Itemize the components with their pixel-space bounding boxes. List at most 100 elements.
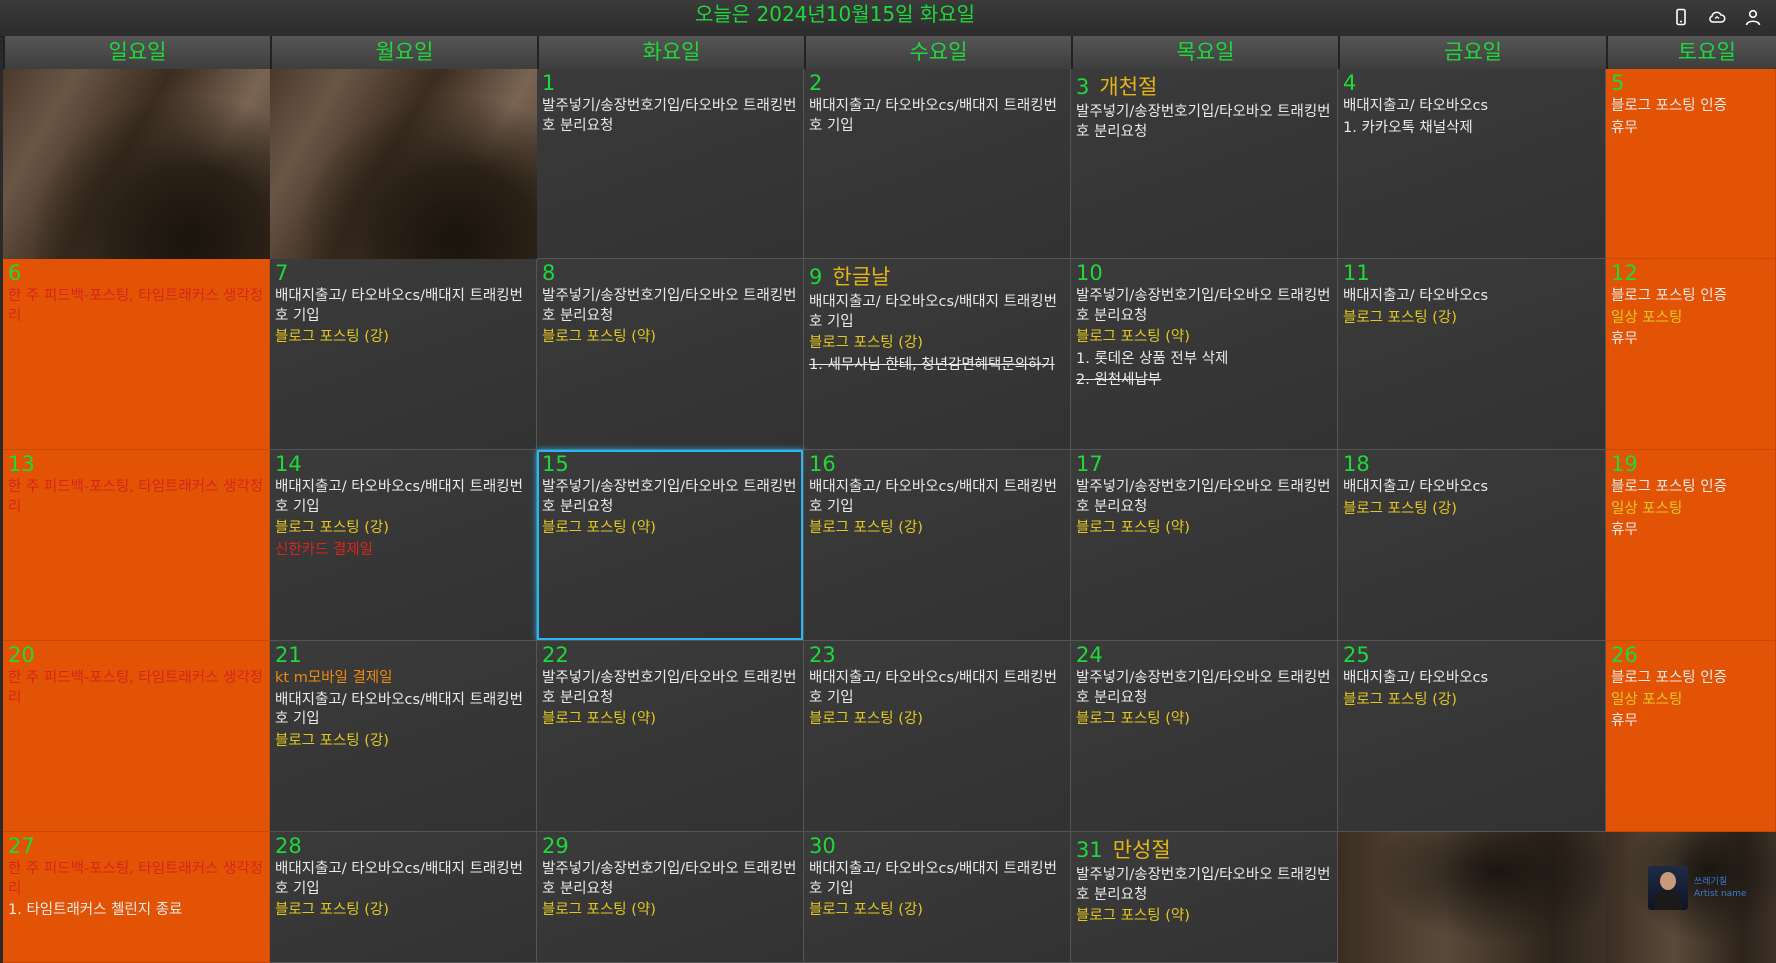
event-item[interactable]: 블로그 포스팅 (약) — [542, 901, 798, 921]
event-item[interactable]: 발주넣기/송장번호기입/타오바오 트래킹번호 분리요청 — [542, 669, 798, 708]
event-item[interactable]: 블로그 포스팅 (강) — [809, 901, 1065, 921]
event-item[interactable]: 블로그 포스팅 (약) — [542, 328, 798, 348]
day-cell-23[interactable]: 23 배대지출고/ 타오바오cs/배대지 트래킹번호 기입 블로그 포스팅 (강) — [804, 641, 1071, 832]
event-item[interactable]: 배대지출고/ 타오바오cs/배대지 트래킹번호 기입 — [809, 669, 1065, 708]
event-item[interactable]: 발주넣기/송장번호기입/타오바오 트래킹번호 분리요청 — [542, 478, 798, 517]
event-item[interactable]: 발주넣기/송장번호기입/타오바오 트래킹번호 분리요청 — [1076, 287, 1332, 326]
day-cell-25[interactable]: 25 배대지출고/ 타오바오cs 블로그 포스팅 (강) — [1338, 641, 1606, 832]
event-item[interactable]: 일상 포스팅 — [1611, 691, 1770, 711]
day-cell-18[interactable]: 18 배대지출고/ 타오바오cs 블로그 포스팅 (강) — [1338, 450, 1606, 641]
profile-avatar-widget[interactable]: 쓰레기칠 Artist name — [1648, 863, 1768, 913]
day-number: 8 — [542, 261, 556, 285]
day-cell-28[interactable]: 28 배대지출고/ 타오바오cs/배대지 트래킹번호 기입 블로그 포스팅 (강) — [270, 832, 537, 963]
event-item[interactable]: 발주넣기/송장번호기입/타오바오 트래킹번호 분리요청 — [1076, 103, 1332, 142]
event-item[interactable]: 휴무 — [1611, 521, 1770, 541]
event-item[interactable]: 발주넣기/송장번호기입/타오바오 트래킹번호 분리요청 — [1076, 866, 1332, 905]
event-item[interactable]: 블로그 포스팅 (약) — [542, 710, 798, 730]
day-cell-24[interactable]: 24 발주넣기/송장번호기입/타오바오 트래킹번호 분리요청 블로그 포스팅 (약) — [1071, 641, 1338, 832]
day-cell-22[interactable]: 22 발주넣기/송장번호기입/타오바오 트래킹번호 분리요청 블로그 포스팅 (약) — [537, 641, 804, 832]
day-cell-8[interactable]: 8 발주넣기/송장번호기입/타오바오 트래킹번호 분리요청 블로그 포스팅 (약) — [537, 259, 804, 450]
event-item[interactable]: 신한카드 결제일 — [275, 541, 531, 561]
event-item[interactable]: 발주넣기/송장번호기입/타오바오 트래킹번호 분리요청 — [542, 287, 798, 326]
event-item[interactable]: 배대지출고/ 타오바오cs — [1343, 97, 1600, 117]
cloud-sync-icon[interactable] — [1706, 6, 1728, 28]
event-item[interactable]: 2. 원천세납부 — [1076, 371, 1332, 391]
day-cell-12[interactable]: 12 블로그 포스팅 인증 일상 포스팅 휴무 — [1606, 259, 1776, 450]
event-item[interactable]: 발주넣기/송장번호기입/타오바오 트래킹번호 분리요청 — [542, 97, 798, 136]
day-cell-7[interactable]: 7 배대지출고/ 타오바오cs/배대지 트래킹번호 기입 블로그 포스팅 (강) — [270, 259, 537, 450]
event-item[interactable]: 블로그 포스팅 (강) — [1343, 500, 1600, 520]
event-item[interactable]: 1. 타임트래커스 첼린지 종료 — [8, 901, 264, 921]
event-item[interactable]: 배대지출고/ 타오바오cs — [1343, 287, 1600, 307]
phone-icon[interactable] — [1670, 6, 1692, 28]
event-item[interactable]: 1. 세무사님 한테, 청년감면혜택문의하기 — [809, 356, 1065, 376]
event-item[interactable]: 배대지출고/ 타오바오cs/배대지 트래킹번호 기입 — [809, 860, 1065, 899]
day-cell-17[interactable]: 17 발주넣기/송장번호기입/타오바오 트래킹번호 분리요청 블로그 포스팅 (약) — [1071, 450, 1338, 641]
event-item[interactable]: 블로그 포스팅 인증 — [1611, 287, 1770, 307]
event-item[interactable]: 한 주 피드백-포스팅, 타임트래커스 생각정리 — [8, 478, 264, 517]
event-item[interactable]: 블로그 포스팅 (강) — [275, 519, 531, 539]
day-cell-13[interactable]: 13 한 주 피드백-포스팅, 타임트래커스 생각정리 — [3, 450, 270, 641]
day-cell-27[interactable]: 27 한 주 피드백-포스팅, 타임트래커스 생각정리 1. 타임트래커스 첼린지 … — [3, 832, 270, 963]
event-item[interactable]: 배대지출고/ 타오바오cs/배대지 트래킹번호 기입 — [809, 293, 1065, 332]
day-cell-20[interactable]: 20 한 주 피드백-포스팅, 타임트래커스 생각정리 — [3, 641, 270, 832]
event-item[interactable]: 블로그 포스팅 (약) — [542, 519, 798, 539]
event-item[interactable]: 1. 카카오톡 채널삭제 — [1343, 119, 1600, 139]
event-item[interactable]: 배대지출고/ 타오바오cs — [1343, 478, 1600, 498]
event-item[interactable]: 배대지출고/ 타오바오cs/배대지 트래킹번호 기입 — [809, 97, 1065, 136]
day-cell-9[interactable]: 9 한글날 배대지출고/ 타오바오cs/배대지 트래킹번호 기입 블로그 포스팅 (강… — [804, 259, 1071, 450]
event-item[interactable]: 한 주 피드백-포스팅, 타임트래커스 생각정리 — [8, 860, 264, 899]
event-item[interactable]: 배대지출고/ 타오바오cs — [1343, 669, 1600, 689]
day-cell-5[interactable]: 5 블로그 포스팅 인증 휴무 — [1606, 69, 1776, 259]
day-cell-26[interactable]: 26 블로그 포스팅 인증 일상 포스팅 휴무 — [1606, 641, 1776, 832]
day-cell-30[interactable]: 30 배대지출고/ 타오바오cs/배대지 트래킹번호 기입 블로그 포스팅 (강) — [804, 832, 1071, 963]
day-cell-19[interactable]: 19 블로그 포스팅 인증 일상 포스팅 휴무 — [1606, 450, 1776, 641]
event-item[interactable]: 블로그 포스팅 인증 — [1611, 478, 1770, 498]
event-item[interactable]: 블로그 포스팅 (강) — [275, 732, 531, 752]
event-item[interactable]: 블로그 포스팅 (강) — [1343, 691, 1600, 711]
event-item[interactable]: 배대지출고/ 타오바오cs/배대지 트래킹번호 기입 — [809, 478, 1065, 517]
event-item[interactable]: 블로그 포스팅 (약) — [1076, 328, 1332, 348]
day-cell-10[interactable]: 10 발주넣기/송장번호기입/타오바오 트래킹번호 분리요청 블로그 포스팅 (약)… — [1071, 259, 1338, 450]
event-item[interactable]: 블로그 포스팅 (약) — [1076, 519, 1332, 539]
event-item[interactable]: 한 주 피드백-포스팅, 타임트래커스 생각정리 — [8, 669, 264, 708]
day-cell-15[interactable]: 15 발주넣기/송장번호기입/타오바오 트래킹번호 분리요청 블로그 포스팅 (약) — [537, 450, 804, 641]
event-item[interactable]: 배대지출고/ 타오바오cs/배대지 트래킹번호 기입 — [275, 860, 531, 899]
day-cell-11[interactable]: 11 배대지출고/ 타오바오cs 블로그 포스팅 (강) — [1338, 259, 1606, 450]
event-item[interactable]: 블로그 포스팅 (강) — [809, 519, 1065, 539]
user-icon[interactable] — [1742, 6, 1764, 28]
event-item[interactable]: 블로그 포스팅 (강) — [809, 334, 1065, 354]
event-item[interactable]: 블로그 포스팅 (강) — [275, 901, 531, 921]
day-cell-16[interactable]: 16 배대지출고/ 타오바오cs/배대지 트래킹번호 기입 블로그 포스팅 (강) — [804, 450, 1071, 641]
event-item[interactable]: 블로그 포스팅 (강) — [275, 328, 531, 348]
event-item[interactable]: 일상 포스팅 — [1611, 500, 1770, 520]
event-item[interactable]: 발주넣기/송장번호기입/타오바오 트래킹번호 분리요청 — [1076, 669, 1332, 708]
event-item[interactable]: 블로그 포스팅 인증 — [1611, 669, 1770, 689]
day-cell-4[interactable]: 4 배대지출고/ 타오바오cs 1. 카카오톡 채널삭제 — [1338, 69, 1606, 259]
event-item[interactable]: 블로그 포스팅 인증 — [1611, 97, 1770, 117]
event-item[interactable]: 한 주 피드백-포스팅, 타임트래커스 생각정리 — [8, 287, 264, 326]
day-cell-3[interactable]: 3 개천절 발주넣기/송장번호기입/타오바오 트래킹번호 분리요청 — [1071, 69, 1338, 259]
event-item[interactable]: 1. 롯데온 상품 전부 삭제 — [1076, 350, 1332, 370]
event-item[interactable]: 블로그 포스팅 (강) — [1343, 309, 1600, 329]
event-item[interactable]: 배대지출고/ 타오바오cs/배대지 트래킹번호 기입 — [275, 478, 531, 517]
day-cell-14[interactable]: 14 배대지출고/ 타오바오cs/배대지 트래킹번호 기입 블로그 포스팅 (강) 신… — [270, 450, 537, 641]
event-item[interactable]: 배대지출고/ 타오바오cs/배대지 트래킹번호 기입 — [275, 691, 531, 730]
day-cell-6[interactable]: 6한 주 피드백-포스팅, 타임트래커스 생각정리 — [3, 259, 270, 450]
day-cell-21[interactable]: 21 kt m모바일 결제일 배대지출고/ 타오바오cs/배대지 트래킹번호 기입 블… — [270, 641, 537, 832]
event-item[interactable]: 블로그 포스팅 (약) — [1076, 907, 1332, 927]
day-cell-2[interactable]: 2 배대지출고/ 타오바오cs/배대지 트래킹번호 기입 — [804, 69, 1071, 259]
event-item[interactable]: 블로그 포스팅 (약) — [1076, 710, 1332, 730]
event-item[interactable]: 블로그 포스팅 (강) — [809, 710, 1065, 730]
event-item[interactable]: 휴무 — [1611, 712, 1770, 732]
event-item[interactable]: 휴무 — [1611, 119, 1770, 139]
event-item[interactable]: kt m모바일 결제일 — [275, 669, 531, 689]
day-cell-1[interactable]: 1 발주넣기/송장번호기입/타오바오 트래킹번호 분리요청 — [537, 69, 804, 259]
event-item[interactable]: 발주넣기/송장번호기입/타오바오 트래킹번호 분리요청 — [542, 860, 798, 899]
day-cell-29[interactable]: 29 발주넣기/송장번호기입/타오바오 트래킹번호 분리요청 블로그 포스팅 (약) — [537, 832, 804, 963]
event-item[interactable]: 휴무 — [1611, 330, 1770, 350]
event-item[interactable]: 배대지출고/ 타오바오cs/배대지 트래킹번호 기입 — [275, 287, 531, 326]
day-cell-31[interactable]: 31 만성절 발주넣기/송장번호기입/타오바오 트래킹번호 분리요청 블로그 포스팅 … — [1071, 832, 1338, 963]
event-item[interactable]: 일상 포스팅 — [1611, 309, 1770, 329]
event-item[interactable]: 발주넣기/송장번호기입/타오바오 트래킹번호 분리요청 — [1076, 478, 1332, 517]
